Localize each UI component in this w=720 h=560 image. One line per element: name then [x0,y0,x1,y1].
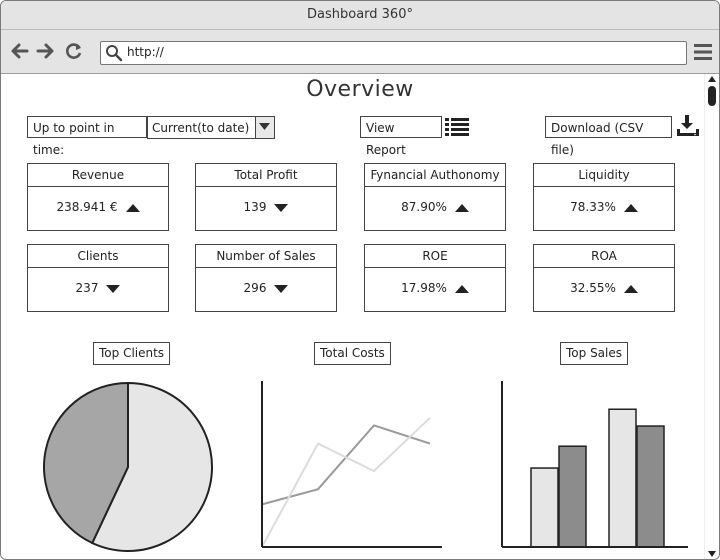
kpi-label: ROA [534,245,674,268]
view-report-button[interactable]: View Report [360,116,442,157]
scroll-down-arrow-icon[interactable] [708,551,716,557]
chart-title-top-sales: Top Sales [560,342,629,365]
kpi-card-roa: ROA 32.55% [533,244,675,312]
trend-up-icon [454,203,469,212]
kpi-label: Clients [28,245,168,268]
window-title: Dashboard 360° [1,1,719,30]
chart-title-total-costs: Total Costs [314,342,391,365]
trend-down-icon [274,203,289,212]
kpi-value-row: 139 [196,200,336,214]
browser-toolbar: http:// [1,30,719,74]
kpi-value: 296 [243,281,267,295]
download-csv-button[interactable]: Download (CSV file) [545,116,672,157]
browser-window: Dashboard 360° http:// Overview Up to po… [0,0,720,560]
kpi-value-row: 238.941 € [28,200,168,214]
trend-up-icon [623,284,638,293]
top-sales-bar-chart [501,381,688,548]
kpi-value: 238.941 € [56,200,118,214]
kpi-value-row: 237 [28,281,168,295]
time-point-label: Up to point in time: [27,116,147,157]
kpi-card-clients: Clients 237 [27,244,169,312]
kpi-card-fynancial-authonomy: Fynancial Authonomy 87.90% [364,163,506,231]
trend-up-icon [454,284,469,293]
chart-title-top-clients: Top Clients [93,342,171,365]
kpi-value-row: 32.55% [534,281,674,295]
bar [608,408,637,548]
forward-arrow-icon[interactable] [34,40,56,62]
kpi-label: ROE [365,245,505,268]
bar [558,445,587,548]
trend-down-icon [274,284,289,293]
kpi-value-row: 87.90% [365,200,505,214]
list-icon[interactable] [445,117,469,138]
url-bar[interactable]: http:// [100,41,687,65]
bar [530,467,559,548]
kpi-label: Number of Sales [196,245,336,268]
download-icon[interactable] [676,114,700,138]
kpi-value-row: 17.98% [365,281,505,295]
kpi-label: Revenue [28,164,168,187]
line-series-1 [261,424,431,506]
top-clients-pie-chart [43,381,213,552]
kpi-label: Fynancial Authonomy [365,164,505,187]
time-point-value: Current(to date) [152,121,250,135]
back-arrow-icon[interactable] [9,40,31,62]
kpi-card-roe: ROE 17.98% [364,244,506,312]
kpi-value: 87.90% [401,200,447,214]
vertical-scrollbar[interactable] [704,74,719,559]
kpi-value: 17.98% [401,281,447,295]
kpi-value: 78.33% [570,200,616,214]
hamburger-menu-icon[interactable] [693,42,713,66]
refresh-icon[interactable] [63,40,85,62]
kpi-value-row: 78.33% [534,200,674,214]
total-costs-line-chart [261,381,442,548]
kpi-value-row: 296 [196,281,336,295]
time-point-select[interactable]: Current(to date) [147,116,275,139]
kpi-label: Liquidity [534,164,674,187]
trend-down-icon [106,284,121,293]
search-icon [105,44,123,66]
kpi-card-total-profit: Total Profit 139 [195,163,337,231]
kpi-value: 139 [243,200,267,214]
kpi-card-liquidity: Liquidity 78.33% [533,163,675,231]
chevron-down-icon[interactable] [255,117,274,138]
trend-up-icon [623,203,638,212]
kpi-value: 32.55% [570,281,616,295]
url-text: http:// [127,45,164,59]
line-series-2 [261,417,431,548]
kpi-value: 237 [75,281,99,295]
kpi-label: Total Profit [196,164,336,187]
kpi-card-revenue: Revenue 238.941 € [27,163,169,231]
bar [636,425,665,548]
trend-up-icon [125,203,140,212]
page-title: Overview [306,77,414,102]
kpi-card-number-of-sales: Number of Sales 296 [195,244,337,312]
